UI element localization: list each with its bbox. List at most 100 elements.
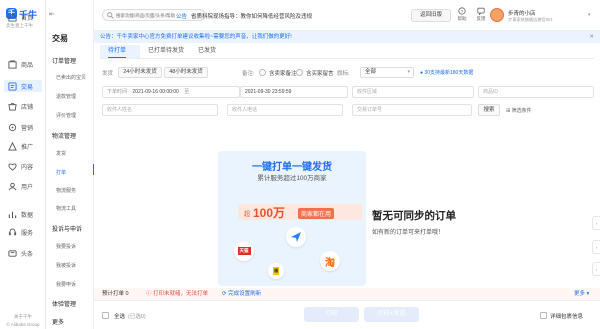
subnav-group[interactable]: 投诉与申诉 bbox=[52, 224, 82, 233]
subnav-item[interactable]: 评价管理 bbox=[56, 112, 76, 119]
search-button[interactable]: 搜索 bbox=[478, 104, 500, 116]
notice-tag: 公告 bbox=[176, 14, 188, 20]
nav-item-label: 内容 bbox=[21, 164, 34, 171]
subnav-item[interactable]: 打单 bbox=[56, 169, 66, 176]
store-account[interactable]: 步青的小店 步青家装旗舰店旗官001 ▾ bbox=[490, 6, 594, 26]
nav-item-data[interactable]: 数据 bbox=[4, 208, 42, 220]
help-button[interactable]: ? 帮助 bbox=[452, 7, 472, 22]
more-link[interactable]: 更多 ▾ bbox=[574, 288, 589, 300]
receiver-name-input[interactable]: 收件人姓名 bbox=[102, 104, 218, 116]
nav-item-user[interactable]: 用户 bbox=[4, 180, 42, 192]
feedback-button[interactable]: 反馈 bbox=[471, 7, 491, 22]
nav-item-label: 首页 bbox=[21, 15, 34, 22]
subnav-item[interactable]: 物流服务 bbox=[56, 187, 76, 194]
data-range-tip-link[interactable]: ● 30支持最新180天数据 bbox=[420, 69, 473, 76]
chevron-down-icon: ▾ bbox=[588, 12, 591, 18]
shipping-label: 发货 bbox=[102, 71, 114, 77]
shop-icon bbox=[7, 101, 17, 111]
order-number-input[interactable]: 交易订单号 bbox=[352, 104, 472, 116]
content-icon bbox=[7, 161, 17, 171]
filter-48h-button[interactable]: 48小时未发货 bbox=[164, 67, 208, 78]
goods-icon bbox=[7, 59, 17, 69]
collapse-nav-icon[interactable]: ⇤ bbox=[49, 10, 55, 18]
buyer-message-radio[interactable] bbox=[296, 69, 303, 76]
nav-item-trade[interactable]: 交易 bbox=[4, 80, 42, 92]
notice-text: 省质科院现场指导：教你如何降低经营风险及违规 bbox=[191, 14, 313, 20]
top-bar: 公告省质科院现场指导：教你如何降低经营风险及违规 返回旧版 ? 帮助 反馈 步青… bbox=[94, 0, 600, 31]
nav-item-label: 交易 bbox=[21, 84, 34, 91]
announcement-text: 公告：千牛卖家中心官方免费打单建议收集啦~需要您的声音，让我们做的更好! bbox=[100, 34, 292, 40]
announcement-banner[interactable]: 公告：千牛卖家中心官方免费打单建议收集啦~需要您的声音，让我们做的更好! ✕ bbox=[94, 31, 600, 43]
subnav-item[interactable]: 已卖出的宝贝 bbox=[56, 74, 86, 81]
search-icon bbox=[107, 12, 114, 19]
subnav-item[interactable]: 物流工具 bbox=[56, 205, 76, 212]
side-panel-toggle-3[interactable]: ‹ bbox=[592, 262, 600, 276]
package-detail-label: 详细包裹信息 bbox=[550, 314, 584, 320]
brand-tagline: 卖生意上千牛 bbox=[6, 23, 33, 28]
print-status-bar: 预计打单 0 ⓘ 打印未就绪，无法打单 ⟳ 完成设置刷新 更多 ▾ bbox=[94, 288, 600, 300]
subnav-item[interactable]: 退款管理 bbox=[56, 93, 76, 100]
receiver-phone-input[interactable]: 收件人电话 bbox=[227, 104, 343, 116]
side-panel-toggle[interactable]: ‹ bbox=[592, 216, 600, 230]
bottom-action-bar: 全选 (已选0) 打印 打印+发货 详细包裹信息 bbox=[94, 300, 600, 329]
help-icon: ? bbox=[458, 7, 466, 15]
receive-area-input[interactable]: 收件区域 bbox=[352, 86, 474, 98]
tab-printed-unshipped[interactable]: 已打单待发货 bbox=[148, 45, 184, 58]
chevron-down-icon: ▾ bbox=[585, 291, 590, 297]
buyer-message-label: 含买家留言 bbox=[306, 71, 334, 77]
about-link[interactable]: 关于千牛 bbox=[0, 314, 46, 320]
copyright: © Alibaba Group bbox=[6, 322, 40, 327]
promo-card: 一键打单一键发货 累计服务超过100万商家 超 100万 商家都在用 天猫 淘 … bbox=[218, 151, 366, 286]
sub-nav: ⇤ 交易 订单管理 已卖出的宝贝 退款管理 评价管理 物流管理 发货 打单 物流服务 物流工具投… bbox=[46, 0, 95, 329]
nav-item-shop[interactable]: 店铺 bbox=[4, 100, 42, 112]
product-id-input[interactable]: 商品ID bbox=[478, 86, 594, 98]
seller-remark-radio[interactable] bbox=[259, 69, 266, 76]
refresh-setup-link[interactable]: ⟳ 完成设置刷新 bbox=[222, 288, 261, 300]
side-panel-toggle-2[interactable]: ‹ bbox=[592, 240, 600, 254]
tmall-app-icon: 天猫 bbox=[234, 241, 254, 261]
nav-item-goods[interactable]: 商品 bbox=[4, 58, 42, 70]
nav-item-label: 商品 bbox=[21, 62, 34, 69]
subnav-group[interactable]: 更多 bbox=[52, 317, 64, 326]
seller-remark-label: 含卖家备注 bbox=[269, 71, 297, 77]
more-filter-link[interactable]: ⊞ 筛选条件 bbox=[506, 107, 532, 114]
nav-footer: 关于千牛 © Alibaba Group bbox=[0, 314, 46, 327]
nav-item-label: 营销 bbox=[21, 125, 34, 132]
promo-banner: 超 100万 商家都在用 bbox=[238, 204, 362, 220]
subnav-item[interactable]: 我被投诉 bbox=[56, 262, 76, 269]
subnav-group[interactable]: 物流管理 bbox=[52, 131, 76, 140]
filter-24h-button[interactable]: 24小时未发货 bbox=[118, 67, 162, 78]
close-icon[interactable]: ✕ bbox=[589, 31, 594, 43]
flag-select[interactable]: 全部 ▾ bbox=[360, 67, 414, 78]
subnav-group[interactable]: 体验管理 bbox=[52, 299, 76, 308]
select-all-checkbox[interactable] bbox=[102, 312, 109, 319]
nav-item-headline[interactable]: 头条 bbox=[4, 247, 42, 259]
nav-item-home[interactable]: 首页 bbox=[4, 11, 42, 23]
subnav-item[interactable]: 我要申诉 bbox=[56, 281, 76, 288]
trade-icon bbox=[7, 81, 17, 91]
package-detail-checkbox[interactable] bbox=[540, 312, 547, 319]
nav-item-content[interactable]: 内容 bbox=[4, 160, 42, 172]
empty-state-subtitle: 如有新的订单可来打单哦！ bbox=[372, 230, 445, 236]
nav-item-label: 头条 bbox=[21, 251, 34, 258]
promo-subtitle: 累计服务超过100万商家 bbox=[257, 175, 327, 182]
subnav-item[interactable]: 我要投诉 bbox=[56, 243, 76, 250]
left-nav: 千 千牛 卖生意上千牛 首页 商品 交易 店铺 营销 推广 内容 用户 数据 服务 头条 关于千牛 … bbox=[0, 0, 46, 329]
subnav-item[interactable]: 发货 bbox=[56, 150, 66, 157]
nav-item-service[interactable]: 服务 bbox=[4, 226, 42, 238]
nav-item-promote[interactable]: 推广 bbox=[4, 140, 42, 152]
print-button[interactable]: 打印 bbox=[304, 307, 359, 322]
tab-shipped[interactable]: 已发货 bbox=[198, 45, 216, 58]
print-ship-button[interactable]: 打印+发货 bbox=[364, 307, 419, 322]
promo-banner-suffix: 商家都在用 bbox=[298, 208, 335, 219]
subnav-group[interactable]: 订单管理 bbox=[52, 56, 76, 65]
notice-ticker[interactable]: 公告 省质科院现场指导：教你如何降低经营风险及违规 bbox=[176, 12, 312, 20]
order-time-range[interactable]: 下单时间 2021-09-16 00:00:00 至 bbox=[102, 86, 240, 98]
nav-item-marketing[interactable]: 营销 bbox=[4, 121, 42, 133]
empty-state-title: 暂无可同步的订单 bbox=[372, 210, 456, 222]
send-icon bbox=[286, 227, 306, 247]
tab-pending-print[interactable]: 待打单 bbox=[108, 45, 127, 58]
selected-count: (已选0) bbox=[128, 314, 146, 320]
back-old-version-button[interactable]: 返回旧版 bbox=[411, 9, 451, 22]
end-time-input[interactable]: 2021-09-30 23:59:59 bbox=[240, 86, 348, 98]
